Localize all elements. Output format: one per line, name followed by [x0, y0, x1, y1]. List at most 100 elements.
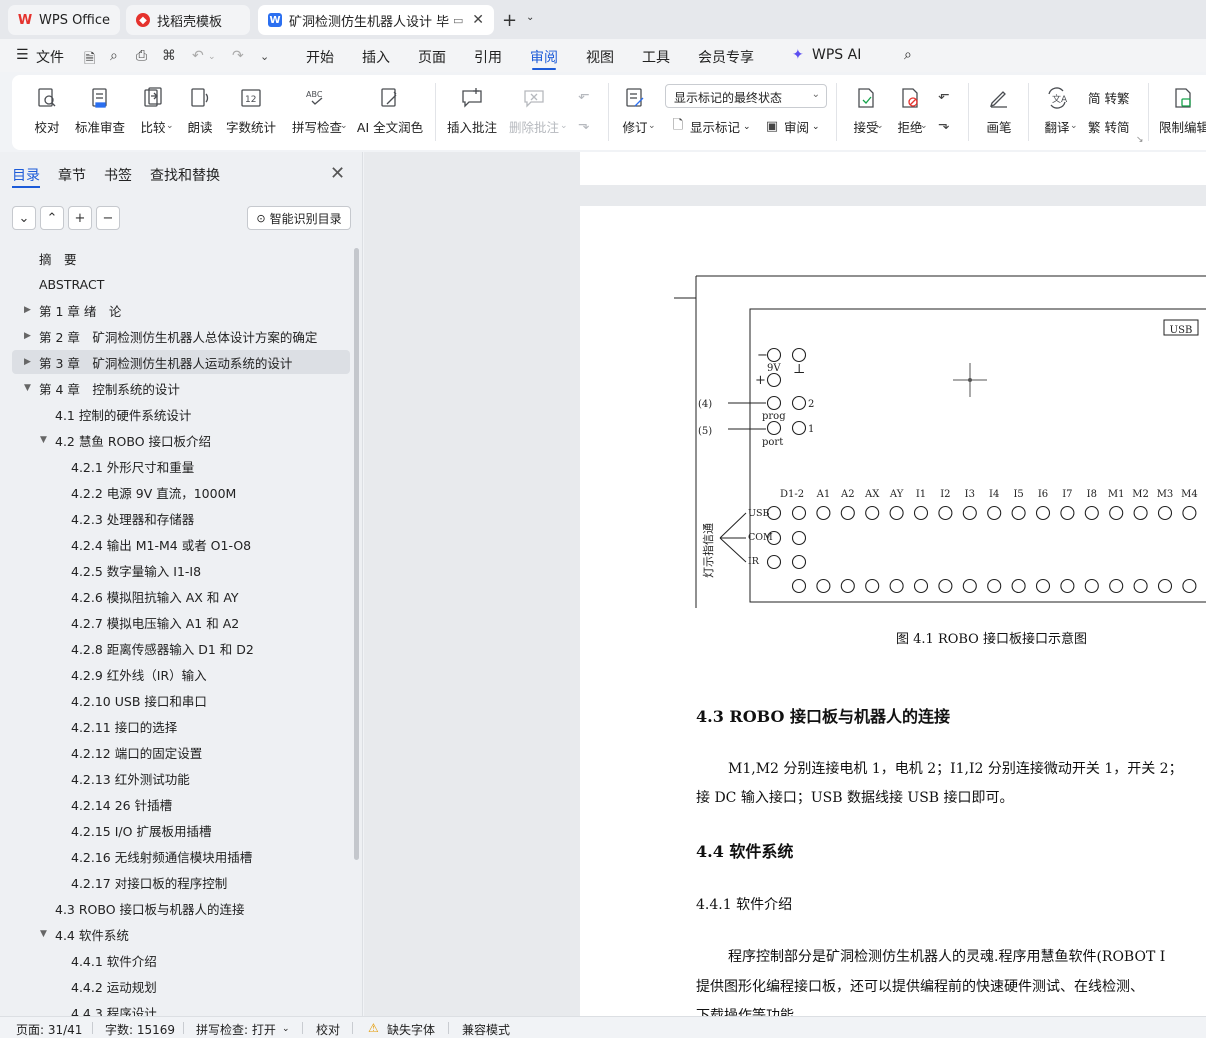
menu-start[interactable]: 开始: [306, 47, 334, 67]
delete-comment-chevron-icon[interactable]: ⌄: [560, 121, 568, 131]
menu-insert[interactable]: 插入: [362, 47, 390, 67]
menu-view[interactable]: 视图: [586, 47, 614, 67]
previous-comment-icon[interactable]: ⬐: [578, 87, 590, 103]
print-icon[interactable]: ⎙: [136, 48, 147, 64]
toc-item[interactable]: 4.4.1 软件介绍: [12, 948, 350, 972]
toc-item[interactable]: 4.2.12 端口的固定设置: [12, 740, 350, 764]
standard-review-button[interactable]: 标准审查: [75, 75, 125, 150]
menu-review[interactable]: 审阅: [530, 47, 558, 67]
toc-item[interactable]: ▶ 第 1 章 绪 论: [12, 298, 350, 322]
more-quick-icon[interactable]: ⌄: [260, 50, 269, 63]
compat-mode-status[interactable]: 兼容模式: [462, 1021, 510, 1038]
search-icon[interactable]: ⌕: [904, 47, 912, 63]
delete-comment-button[interactable]: 删除批注: [508, 75, 560, 150]
spell-check-chevron-icon[interactable]: ⌄: [340, 121, 348, 131]
page-indicator[interactable]: 页面: 31/41: [16, 1021, 82, 1038]
hamburger-icon[interactable]: ☰: [16, 47, 29, 63]
collapse-all-button[interactable]: ⌃: [40, 206, 64, 230]
translate-chevron-icon[interactable]: ⌄: [1070, 121, 1078, 131]
undo-chevron-icon[interactable]: ⌄: [208, 52, 216, 62]
expand-arrow-icon[interactable]: ▶: [24, 357, 31, 367]
nav-tab-find-replace[interactable]: 查找和替换: [150, 165, 220, 185]
translate-button[interactable]: 文A 翻译: [1040, 75, 1074, 150]
track-changes-chevron-icon[interactable]: ⌄: [648, 121, 656, 131]
tab-document[interactable]: W 矿洞检测仿生机器人设计 毕业 ▭ ✕: [258, 5, 494, 35]
toc-item[interactable]: 4.2.9 红外线（IR）输入: [12, 662, 350, 686]
toc-item[interactable]: ABSTRACT: [12, 272, 350, 296]
close-tab-icon[interactable]: ✕: [472, 12, 484, 28]
menu-wps-ai[interactable]: WPS AI: [812, 47, 861, 63]
toc-item[interactable]: 4.2.2 电源 9V 直流，1000M: [12, 480, 350, 504]
collapse-arrow-icon[interactable]: ▼: [24, 383, 31, 393]
undo-icon[interactable]: ↶: [192, 48, 204, 64]
new-tab-icon[interactable]: +: [502, 10, 517, 31]
nav-tab-bookmarks[interactable]: 书签: [104, 165, 132, 185]
toc-item[interactable]: 摘 要: [12, 246, 350, 270]
toc-item[interactable]: 4.4.3 程序设计: [12, 1000, 350, 1017]
toc-item[interactable]: 4.2.15 I/O 扩展板用插槽: [12, 818, 350, 842]
toc-item[interactable]: 4.2.7 模拟电压输入 A1 和 A2: [12, 610, 350, 634]
add-heading-button[interactable]: +: [68, 206, 92, 230]
next-change-icon[interactable]: ⬎: [938, 117, 950, 133]
spell-check-status[interactable]: 拼写检查: 打开: [196, 1021, 276, 1038]
close-nav-icon[interactable]: ✕: [330, 163, 345, 184]
toc-item[interactable]: 4.2.10 USB 接口和串口: [12, 688, 350, 712]
toc-item[interactable]: 4.2.8 距离传感器输入 D1 和 D2: [12, 636, 350, 660]
toc-item[interactable]: ▼ 第 4 章 控制系统的设计: [12, 376, 350, 400]
toc-item[interactable]: ▶ 第 2 章 矿洞检测仿生机器人总体设计方案的确定: [12, 324, 350, 348]
next-comment-icon[interactable]: ⬎: [578, 117, 590, 133]
reject-button[interactable]: 拒绝: [892, 75, 928, 150]
toc-item[interactable]: 4.3 ROBO 接口板与机器人的连接: [12, 896, 350, 920]
toc-item[interactable]: 4.2.16 无线射频通信模块用插槽: [12, 844, 350, 868]
menu-page[interactable]: 页面: [418, 47, 446, 67]
to-traditional-button[interactable]: 简 转繁: [1088, 88, 1129, 107]
monitor-icon[interactable]: ▭: [453, 14, 463, 27]
nav-tab-sections[interactable]: 章节: [58, 165, 86, 185]
toc-item[interactable]: ▼ 4.4 软件系统: [12, 922, 350, 946]
word-count[interactable]: 字数: 15169: [105, 1021, 175, 1038]
toc-item[interactable]: 4.2.4 输出 M1-M4 或者 O1-O8: [12, 532, 350, 556]
collapse-arrow-icon[interactable]: ▼: [40, 929, 47, 939]
markup-mode-select[interactable]: 显示标记的最终状态 ⌄: [665, 84, 827, 108]
expand-arrow-icon[interactable]: ▶: [24, 305, 31, 315]
menu-tools[interactable]: 工具: [642, 47, 670, 67]
track-changes-button[interactable]: 修订: [620, 75, 650, 150]
toc-item[interactable]: 4.4.2 运动规划: [12, 974, 350, 998]
spell-check-button[interactable]: ABC 拼写检查: [288, 75, 346, 150]
review-pane-button[interactable]: ▣ 审阅 ⌄: [764, 117, 820, 136]
menu-member[interactable]: 会员专享: [698, 47, 754, 67]
reject-chevron-icon[interactable]: ⌄: [920, 121, 928, 131]
menu-file[interactable]: 文件: [36, 47, 64, 67]
tab-list-chevron-icon[interactable]: ⌄: [526, 12, 534, 23]
ai-polish-button[interactable]: AI 全文润色: [357, 75, 423, 150]
insert-comment-button[interactable]: 插入批注: [447, 75, 497, 150]
toc-item[interactable]: 4.2.13 红外测试功能: [12, 766, 350, 790]
toc-item[interactable]: 4.2.3 处理器和存储器: [12, 506, 350, 530]
word-count-button[interactable]: 12 字数统计: [226, 75, 276, 150]
nav-scrollbar[interactable]: [354, 248, 359, 860]
chevron-down-icon[interactable]: ⌄: [282, 1024, 290, 1034]
remove-heading-button[interactable]: −: [96, 206, 120, 230]
restrict-edit-button[interactable]: 限制编辑: [1159, 75, 1206, 150]
collapse-arrow-icon[interactable]: ▼: [40, 435, 47, 445]
toc-item[interactable]: ▶ 第 3 章 矿洞检测仿生机器人运动系统的设计: [12, 350, 350, 374]
toc-item[interactable]: 4.2.14 26 针插槽: [12, 792, 350, 816]
to-simplified-button[interactable]: 繁 转简: [1088, 117, 1129, 136]
tab-wps-office[interactable]: W WPS Office: [8, 5, 120, 35]
toc-item[interactable]: ▼ 4.2 慧鱼 ROBO 接口板介绍: [12, 428, 350, 452]
proofread-button[interactable]: 校对: [32, 75, 62, 150]
pen-button[interactable]: 画笔: [984, 75, 1014, 150]
toc-item[interactable]: 4.2.1 外形尺寸和重量: [12, 454, 350, 478]
previous-change-icon[interactable]: ⬐: [938, 87, 950, 103]
tab-templates[interactable]: ◆ 找稻壳模板: [126, 5, 250, 35]
toc-item[interactable]: 4.2.17 对接口板的程序控制: [12, 870, 350, 894]
save-icon[interactable]: 🗎: [84, 48, 95, 72]
toc-item[interactable]: 4.2.5 数字量输入 I1-I8: [12, 558, 350, 582]
accept-chevron-icon[interactable]: ⌄: [876, 121, 884, 131]
show-markup-button[interactable]: 🗋 显示标记 ⌄: [670, 117, 751, 136]
expand-all-button[interactable]: ⌄: [12, 206, 36, 230]
toc-item[interactable]: 4.1 控制的硬件系统设计: [12, 402, 350, 426]
toc-item[interactable]: 4.2.11 接口的选择: [12, 714, 350, 738]
read-aloud-button[interactable]: 朗读: [186, 75, 214, 150]
menu-references[interactable]: 引用: [474, 47, 502, 67]
